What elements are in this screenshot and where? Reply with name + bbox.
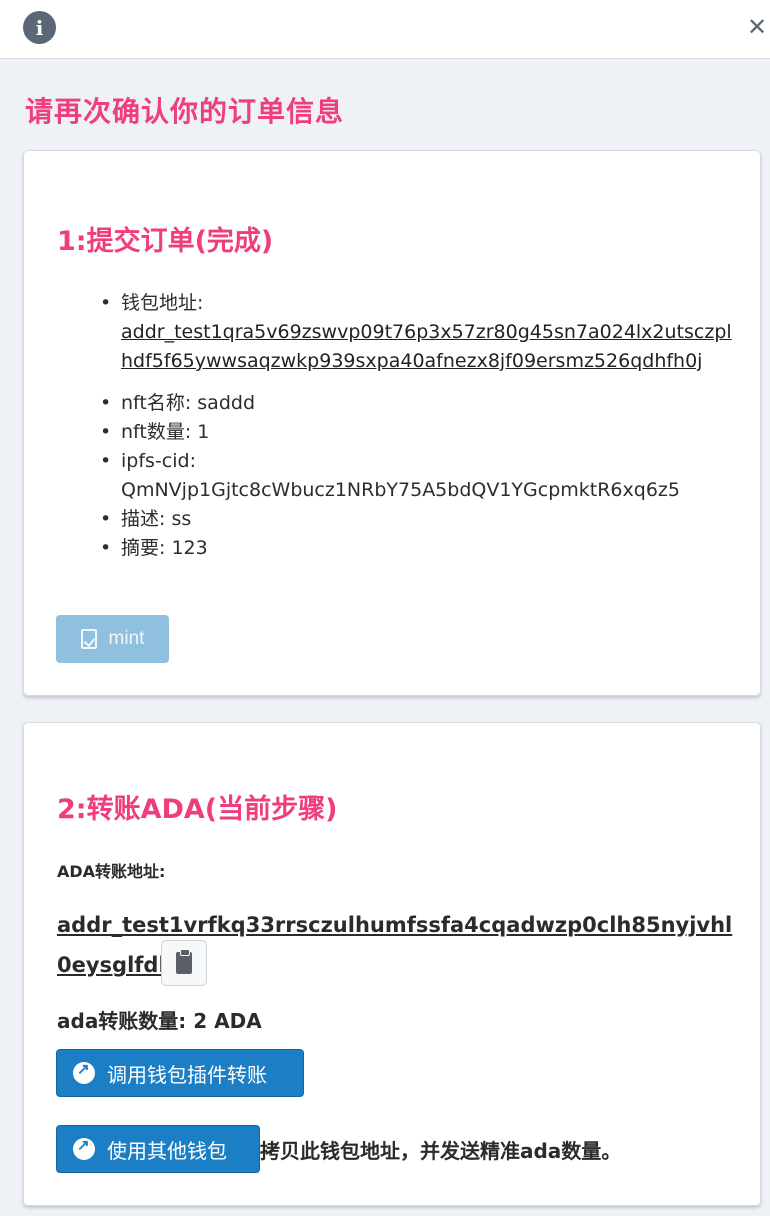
- step2-card: 2:转账ADA(当前步骤) ADA转账地址: addr_test1vrfkq33…: [23, 722, 761, 1206]
- wallet-address-label: 钱包地址:: [121, 292, 204, 314]
- mint-button-label: mint: [108, 628, 145, 649]
- info-icon: i: [23, 11, 56, 44]
- nft-count-item: nft数量: 1: [100, 418, 741, 447]
- wallet-plugin-transfer-button[interactable]: 调用钱包插件转账: [56, 1049, 304, 1097]
- external-link-icon: [73, 1136, 95, 1160]
- ada-address-label: ADA转账地址:: [57, 862, 166, 881]
- ada-address[interactable]: addr_test1vrfkq33rrsczulhumfssfa4cqadwzp…: [57, 905, 737, 985]
- other-wallet-label: 使用其他钱包: [107, 1140, 227, 1163]
- file-check-icon: [80, 629, 97, 649]
- modal-header: i ✕: [0, 0, 770, 59]
- copy-address-button[interactable]: [161, 940, 207, 986]
- wallet-address-link[interactable]: addr_test1qra5v69zswvp09t76p3x57zr80g45s…: [121, 318, 741, 376]
- order-info-list: 钱包地址: addr_test1qra5v69zswvp09t76p3x57zr…: [57, 289, 741, 563]
- step1-title: 1:提交订单(完成): [57, 226, 274, 257]
- page-title: 请再次确认你的订单信息: [25, 95, 345, 128]
- close-icon[interactable]: ✕: [744, 12, 770, 42]
- wallet-address-item: 钱包地址: addr_test1qra5v69zswvp09t76p3x57zr…: [100, 289, 741, 376]
- nft-name-item: nft名称: saddd: [100, 389, 741, 418]
- other-wallet-hint: 拷贝此钱包地址，并发送精准ada数量。: [260, 1139, 622, 1163]
- ipfs-cid-label: ipfs-cid:: [121, 450, 196, 472]
- external-link-icon: [73, 1060, 95, 1084]
- ipfs-cid-item: ipfs-cid: QmNVjp1Gjtc8cWbucz1NRbY75A5bdQ…: [100, 447, 741, 505]
- step2-title: 2:转账ADA(当前步骤): [57, 794, 338, 825]
- other-wallet-button[interactable]: 使用其他钱包: [56, 1125, 260, 1173]
- mint-button[interactable]: mint: [56, 615, 169, 663]
- ada-amount: ada转账数量: 2 ADA: [57, 1009, 262, 1033]
- step1-card: 1:提交订单(完成) 钱包地址: addr_test1qra5v69zswvp0…: [23, 150, 761, 696]
- ipfs-cid-value: QmNVjp1Gjtc8cWbucz1NRbY75A5bdQV1YGcpmktR…: [121, 479, 680, 501]
- summary-item: 摘要: 123: [100, 534, 741, 563]
- description-item: 描述: ss: [100, 505, 741, 534]
- wallet-plugin-transfer-label: 调用钱包插件转账: [107, 1064, 267, 1087]
- clipboard-icon: [176, 949, 192, 974]
